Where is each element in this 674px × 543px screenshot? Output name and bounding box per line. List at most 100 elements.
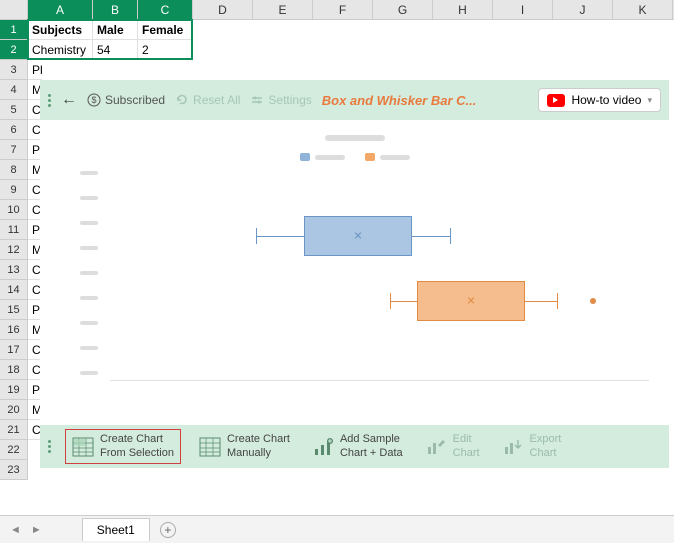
reset-label: Reset All	[193, 93, 240, 107]
col-header-a[interactable]: A	[28, 0, 93, 19]
row-header-1[interactable]: 1	[0, 20, 28, 40]
chevron-down-icon: ▾	[647, 95, 652, 106]
export-chart-button[interactable]: ExportChart	[498, 431, 566, 461]
back-arrow-icon[interactable]: ←	[61, 91, 77, 109]
settings-icon	[250, 93, 264, 107]
chart-panel: ← $ Subscribed Reset All Settings Box an…	[40, 80, 669, 468]
howto-video-button[interactable]: How-to video ▾	[538, 88, 661, 112]
col-header-f[interactable]: F	[313, 0, 373, 19]
row-header-5[interactable]: 5	[0, 100, 28, 120]
reset-button[interactable]: Reset All	[175, 93, 240, 107]
sheet-nav-next-icon[interactable]: ►	[31, 524, 42, 536]
row-header-7[interactable]: 7	[0, 140, 28, 160]
sheet-tabs: ◄ ► Sheet1 +	[0, 515, 674, 543]
chart-legend	[60, 153, 649, 161]
add-sheet-button[interactable]: +	[160, 522, 176, 538]
sheet-tab-sheet1[interactable]: Sheet1	[82, 518, 150, 541]
row-header-4[interactable]: 4	[0, 80, 28, 100]
create-man-l1: Create Chart	[227, 433, 290, 446]
reset-icon	[175, 93, 189, 107]
row-header-16[interactable]: 16	[0, 320, 28, 340]
chart-manual-icon	[199, 437, 221, 457]
legend-item-male	[300, 153, 345, 161]
row-header-17[interactable]: 17	[0, 340, 28, 360]
edit-icon	[425, 437, 447, 457]
y-axis-ticks	[80, 171, 105, 381]
dollar-icon: $	[87, 93, 101, 107]
row-headers: 1 2 3 4 5 6 7 8 9 10 11 12 13 14 15 16 1…	[0, 20, 28, 480]
row-header-10[interactable]: 10	[0, 200, 28, 220]
howto-label: How-to video	[571, 93, 641, 107]
row-header-15[interactable]: 15	[0, 300, 28, 320]
box-male: ✕	[110, 216, 649, 256]
outlier-icon	[590, 298, 596, 304]
col-header-h[interactable]: H	[433, 0, 493, 19]
settings-label: Settings	[268, 93, 311, 107]
cell-a2[interactable]: Chemistry	[28, 40, 93, 60]
col-header-b[interactable]: B	[93, 0, 138, 19]
x-axis	[110, 380, 649, 381]
create-chart-manually-button[interactable]: Create ChartManually	[195, 431, 294, 461]
youtube-icon	[547, 94, 565, 107]
row-header-20[interactable]: 20	[0, 400, 28, 420]
cell-c1[interactable]: Female	[138, 20, 193, 40]
subscribed-button[interactable]: $ Subscribed	[87, 93, 165, 107]
row-header-12[interactable]: 12	[0, 240, 28, 260]
plot-area: ✕ ✕	[110, 171, 649, 381]
chart-selection-icon	[72, 437, 94, 457]
cell-b1[interactable]: Male	[93, 20, 138, 40]
select-all-corner[interactable]	[0, 0, 28, 20]
add-sample-button[interactable]: Add SampleChart + Data	[308, 431, 407, 461]
row-header-13[interactable]: 13	[0, 260, 28, 280]
brand-title: Box and Whisker Bar C...	[322, 93, 529, 108]
row-header-9[interactable]: 9	[0, 180, 28, 200]
chart-area[interactable]: ✕ ✕	[40, 120, 669, 425]
export-l1: Export	[530, 433, 562, 446]
col-header-g[interactable]: G	[373, 0, 433, 19]
cell-a1[interactable]: Subjects	[28, 20, 93, 40]
row-header-21[interactable]: 21	[0, 420, 28, 440]
subscribed-label: Subscribed	[105, 93, 165, 107]
row-header-22[interactable]: 22	[0, 440, 28, 460]
row-header-2[interactable]: 2	[0, 40, 28, 60]
edit-l1: Edit	[453, 433, 480, 446]
panel-footer: Create ChartFrom Selection Create ChartM…	[40, 425, 669, 468]
row-header-19[interactable]: 19	[0, 380, 28, 400]
col-header-c[interactable]: C	[138, 0, 193, 19]
settings-button[interactable]: Settings	[250, 93, 311, 107]
sheet-nav-prev-icon[interactable]: ◄	[10, 524, 21, 536]
create-sel-l2: From Selection	[100, 447, 174, 460]
row-header-23[interactable]: 23	[0, 460, 28, 480]
legend-item-female	[365, 153, 410, 161]
create-man-l2: Manually	[227, 447, 290, 460]
export-icon	[502, 437, 524, 457]
footer-menu-dots-icon[interactable]	[48, 440, 51, 453]
create-sel-l1: Create Chart	[100, 433, 174, 446]
row-header-6[interactable]: 6	[0, 120, 28, 140]
spreadsheet: A B C D E F G H I J K 1 2 3 4 5 6 7 8 9 …	[0, 0, 674, 543]
col-header-k[interactable]: K	[613, 0, 673, 19]
sample-l2: Chart + Data	[340, 447, 403, 460]
menu-dots-icon[interactable]	[48, 94, 51, 107]
box-female: ✕	[110, 281, 649, 321]
col-header-d[interactable]: D	[193, 0, 253, 19]
row-header-11[interactable]: 11	[0, 220, 28, 240]
cell-c2[interactable]: 2	[138, 40, 193, 60]
cell-a3[interactable]: Ph	[28, 60, 42, 80]
col-header-i[interactable]: I	[493, 0, 553, 19]
row-header-8[interactable]: 8	[0, 160, 28, 180]
svg-text:$: $	[91, 95, 96, 105]
create-chart-from-selection-button[interactable]: Create ChartFrom Selection	[65, 429, 181, 463]
panel-toolbar: ← $ Subscribed Reset All Settings Box an…	[40, 80, 669, 120]
column-headers: A B C D E F G H I J K	[0, 0, 674, 20]
row-header-18[interactable]: 18	[0, 360, 28, 380]
cell-b2[interactable]: 54	[93, 40, 138, 60]
sample-icon	[312, 437, 334, 457]
edit-chart-button[interactable]: EditChart	[421, 431, 484, 461]
row-header-14[interactable]: 14	[0, 280, 28, 300]
col-header-e[interactable]: E	[253, 0, 313, 19]
edit-l2: Chart	[453, 447, 480, 460]
export-l2: Chart	[530, 447, 562, 460]
col-header-j[interactable]: J	[553, 0, 613, 19]
row-header-3[interactable]: 3	[0, 60, 28, 80]
